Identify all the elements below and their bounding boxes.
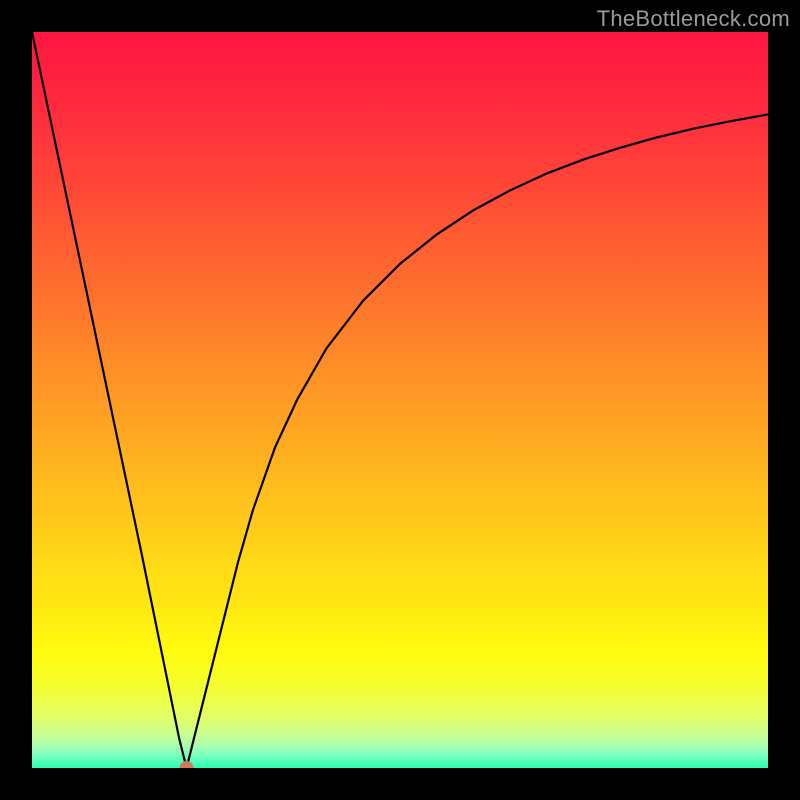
bottleneck-chart [32, 32, 768, 768]
watermark-text: TheBottleneck.com [597, 6, 790, 32]
chart-frame: TheBottleneck.com [0, 0, 800, 800]
gradient-background [32, 32, 768, 768]
plot-area [32, 32, 768, 768]
